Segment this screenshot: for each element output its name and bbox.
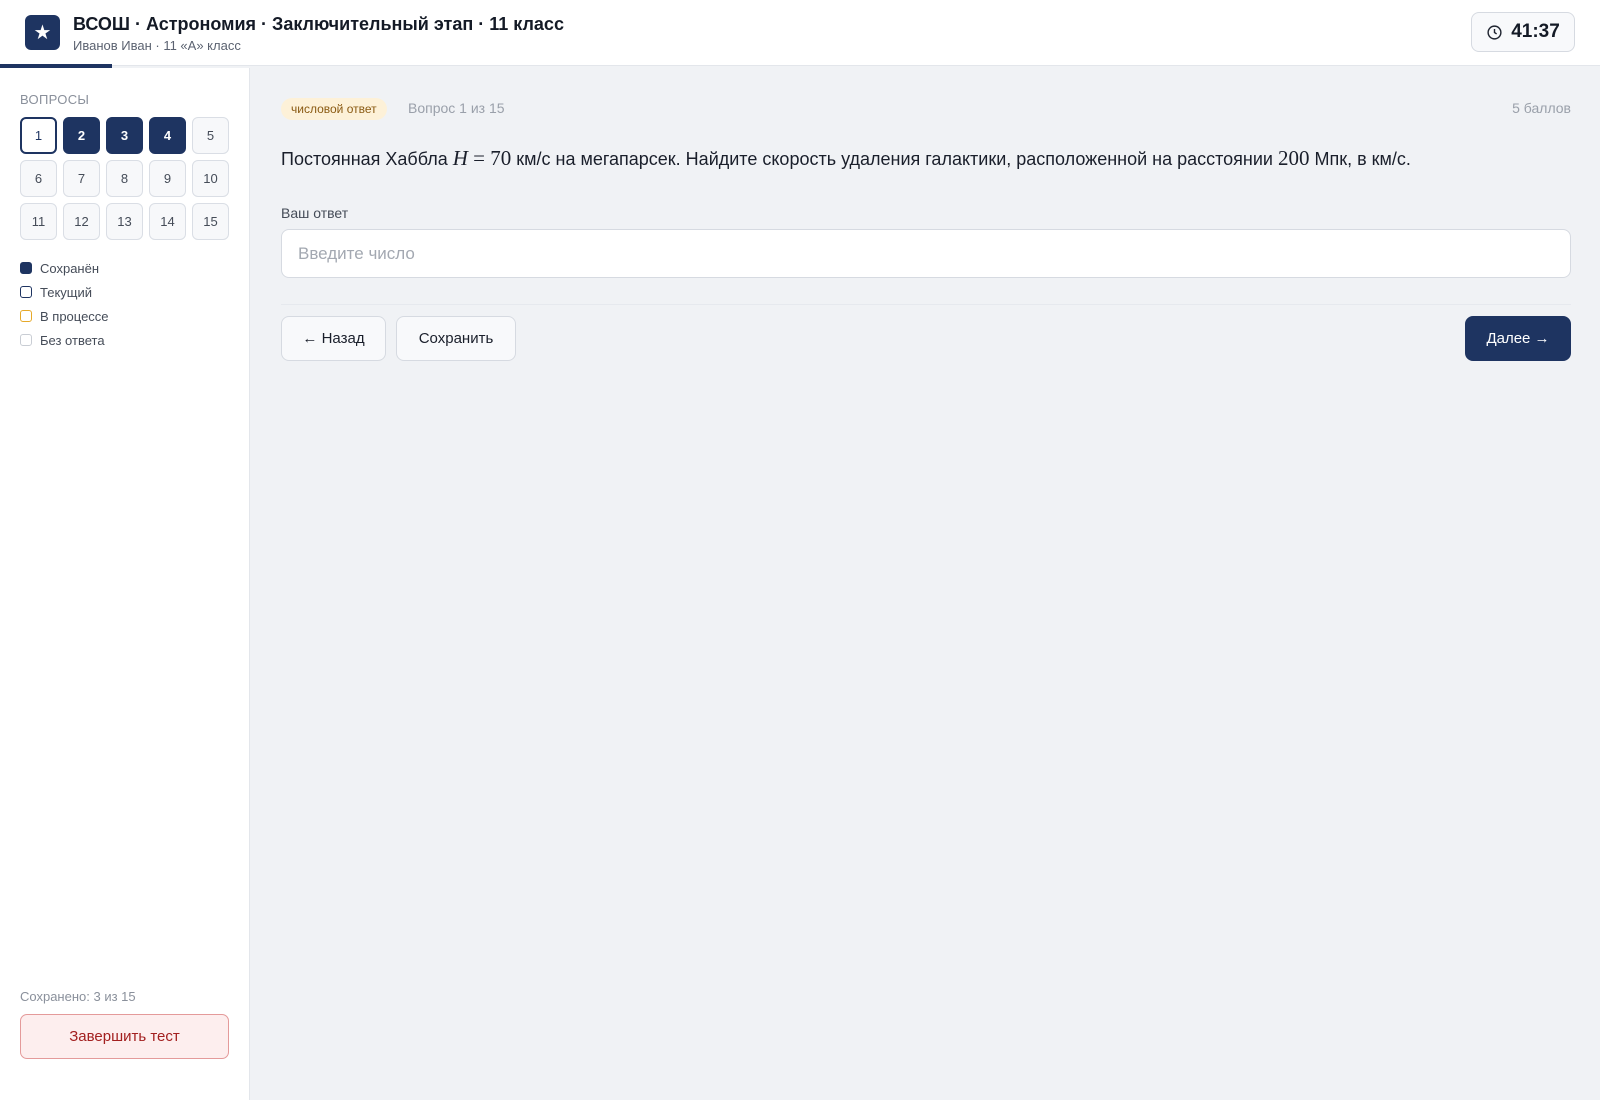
question-button-8[interactable]: 8: [106, 160, 143, 197]
timer: 41:37: [1471, 12, 1575, 52]
saved-swatch-icon: [20, 262, 32, 274]
question-grid: 1 2 3 4 5 6 7 8 9 10 11 12 13 14 15: [20, 117, 230, 240]
question-type-badge: числовой ответ: [281, 98, 387, 120]
question-button-1[interactable]: 1: [20, 117, 57, 154]
question-meta: числовой ответ Вопрос 1 из 15 5 баллов: [281, 98, 1571, 120]
timer-value: 41:37: [1511, 21, 1560, 42]
student-info: Иванов Иван · 11 «А» класс: [73, 38, 241, 53]
question-points: 5 баллов: [1512, 100, 1571, 116]
legend: Сохранён Текущий В процессе Без ответа: [20, 256, 109, 352]
question-text: Постоянная Хаббла H = 70 км/с на мегапар…: [281, 146, 1571, 171]
math-distance: 200: [1277, 146, 1310, 170]
legend-current-label: Текущий: [40, 284, 92, 300]
divider: [281, 304, 1571, 305]
question-button-4[interactable]: 4: [149, 117, 186, 154]
top-header: ★ ВСОШ · Астрономия · Заключительный эта…: [0, 0, 1600, 66]
question-button-7[interactable]: 7: [63, 160, 100, 197]
questions-heading: ВОПРОСЫ: [20, 92, 90, 107]
question-button-5[interactable]: 5: [192, 117, 229, 154]
legend-no-answer-label: Без ответа: [40, 332, 105, 348]
in-progress-swatch-icon: [20, 310, 32, 322]
math-variable: H: [452, 146, 468, 170]
question-text-part2: км/с на мегапарсек. Найдите скорость уда…: [511, 149, 1278, 169]
question-text-part3: Мпк, в км/с.: [1309, 149, 1411, 169]
question-button-15[interactable]: 15: [192, 203, 229, 240]
no-answer-swatch-icon: [20, 334, 32, 346]
answer-label: Ваш ответ: [281, 205, 349, 221]
question-button-9[interactable]: 9: [149, 160, 186, 197]
question-button-3[interactable]: 3: [106, 117, 143, 154]
legend-current: Текущий: [20, 280, 109, 304]
question-button-2[interactable]: 2: [63, 117, 100, 154]
question-button-13[interactable]: 13: [106, 203, 143, 240]
clock-icon: [1487, 24, 1502, 40]
question-button-12[interactable]: 12: [63, 203, 100, 240]
current-swatch-icon: [20, 286, 32, 298]
legend-no-answer: Без ответа: [20, 328, 109, 352]
back-button[interactable]: ← Назад: [281, 316, 386, 361]
question-button-6[interactable]: 6: [20, 160, 57, 197]
finish-test-button[interactable]: Завершить тест: [20, 1014, 229, 1059]
legend-in-progress: В процессе: [20, 304, 109, 328]
answer-input[interactable]: [281, 229, 1571, 278]
question-number: Вопрос 1 из 15: [408, 100, 505, 116]
question-button-10[interactable]: 10: [192, 160, 229, 197]
legend-in-progress-label: В процессе: [40, 308, 109, 324]
page-title: ВСОШ · Астрономия · Заключительный этап …: [73, 14, 564, 34]
question-button-14[interactable]: 14: [149, 203, 186, 240]
math-equation: = 70: [467, 146, 512, 170]
question-text-part1: Постоянная Хаббла: [281, 149, 453, 169]
saved-count: Сохранено: 3 из 15: [20, 989, 136, 1004]
save-button[interactable]: Сохранить: [396, 316, 516, 361]
legend-saved: Сохранён: [20, 256, 109, 280]
sidebar: ВОПРОСЫ 1 2 3 4 5 6 7 8 9 10 11 12 13 14 15 Сохранён Т…: [0, 68, 250, 1100]
legend-saved-label: Сохранён: [40, 260, 100, 276]
star-logo-icon: ★: [25, 15, 60, 50]
question-button-11[interactable]: 11: [20, 203, 57, 240]
next-button[interactable]: Далее →: [1465, 316, 1571, 361]
math-hubble: H = 70: [453, 146, 512, 170]
